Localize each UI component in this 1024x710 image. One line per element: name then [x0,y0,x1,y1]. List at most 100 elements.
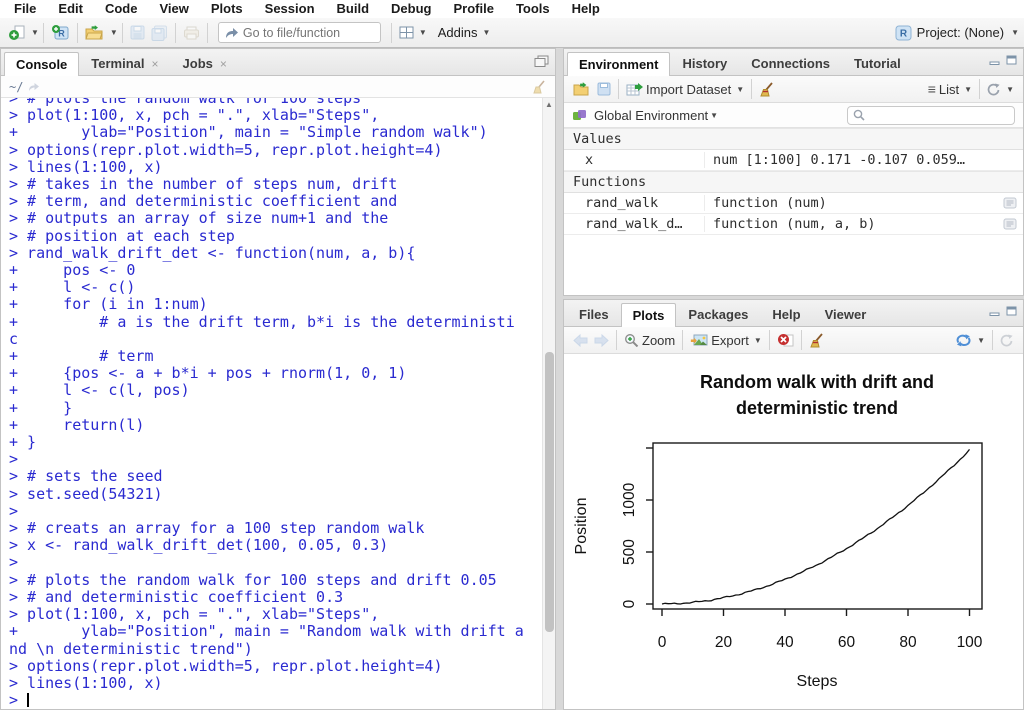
export-plot-button[interactable]: Export ▼ [687,331,765,350]
console-line: + # term [9,348,555,365]
svg-text:1000: 1000 [621,482,638,517]
open-file-caret[interactable]: ▼ [110,28,118,37]
tab-connections[interactable]: Connections [739,51,842,75]
tab-tutorial[interactable]: Tutorial [842,51,913,75]
remove-plot-button[interactable] [774,331,797,349]
zoom-plot-button[interactable]: Zoom [621,331,678,350]
publish-plot-button[interactable]: ▼ [952,331,988,349]
broom-icon [759,82,775,97]
new-file-caret[interactable]: ▼ [31,28,39,37]
clear-environment-button[interactable] [756,80,778,99]
list-view-icon: ≡ [928,81,936,97]
environment-view-mode-button[interactable]: ≡ List ▼ [925,79,975,99]
next-plot-button[interactable] [591,332,612,349]
refresh-environment-button[interactable]: ▼ [984,81,1017,98]
close-tab-icon[interactable]: × [152,57,159,71]
console-line: > options(repr.plot.width=5, repr.plot.h… [9,142,555,159]
scrollbar-thumb[interactable] [545,352,554,632]
tab-console[interactable]: Console [4,52,79,76]
right-column: EnvironmentHistoryConnectionsTutorial Im… [563,48,1024,710]
panes-layout-caret[interactable]: ▼ [419,28,427,37]
view-function-icon[interactable] [1003,197,1017,209]
restore-panes-icon[interactable] [534,55,549,67]
menu-profile[interactable]: Profile [442,0,504,18]
svg-text:20: 20 [715,634,733,651]
tab-history[interactable]: History [670,51,739,75]
previous-plot-button[interactable] [570,332,591,349]
console-output[interactable]: > # plots the random walk for 100 steps>… [1,98,555,710]
tab-viewer[interactable]: Viewer [813,302,879,326]
tab-jobs[interactable]: Jobs× [171,51,239,75]
print-button[interactable] [180,24,203,42]
console-line: > # sets the seed [9,468,555,485]
new-file-button[interactable] [5,22,29,43]
back-arrow-icon [573,334,588,347]
console-scrollbar[interactable]: ▲ [542,98,555,710]
refresh-plot-button[interactable] [997,332,1017,349]
minimize-panel-icon[interactable] [989,55,1000,65]
environment-object-row[interactable]: rand_walk_d…function (num, a, b) [564,214,1023,235]
console-line: > x <- rand_walk_drift_det(100, 0.05, 0.… [9,537,555,554]
scroll-up-arrow[interactable]: ▲ [543,100,555,109]
addins-button[interactable]: Addins ▼ [435,23,494,42]
menu-view[interactable]: View [148,0,199,18]
environment-search-input[interactable] [869,108,999,122]
menu-file[interactable]: File [3,0,47,18]
environment-object-row[interactable]: rand_walkfunction (num) [564,193,1023,214]
save-all-button[interactable] [148,23,171,43]
console-line: > [9,503,555,520]
save-workspace-button[interactable] [594,80,614,98]
environment-toolbar: Import Dataset ▼ ≡ List ▼ ▼ [564,76,1023,103]
svg-text:40: 40 [776,634,794,651]
project-menu[interactable]: R Project: (None) ▼ [895,25,1019,41]
menu-code[interactable]: Code [94,0,149,18]
environment-panel: EnvironmentHistoryConnectionsTutorial Im… [563,48,1024,296]
menu-tools[interactable]: Tools [505,0,561,18]
import-dataset-button[interactable]: Import Dataset ▼ [623,80,747,99]
remove-plot-icon [777,333,794,347]
console-panel: ConsoleTerminal×Jobs× ~/ > # plots the r… [0,48,556,710]
load-workspace-button[interactable] [570,80,594,98]
goto-file-input[interactable] [243,26,361,40]
save-button[interactable] [127,23,148,42]
export-image-icon [690,334,708,347]
console-line: > options(repr.plot.width=5, repr.plot.h… [9,658,555,675]
environment-search-box[interactable] [847,106,1015,125]
search-icon [853,109,865,121]
random-walk-curve [662,449,970,604]
broom-icon [809,333,825,348]
menu-plots[interactable]: Plots [200,0,254,18]
environment-scope-label[interactable]: Global Environment [594,108,708,123]
goto-file-box[interactable] [218,22,381,43]
open-file-button[interactable] [82,23,108,43]
svg-text:deterministic trend: deterministic trend [736,398,898,418]
environment-object-row[interactable]: xnum [1:100] 0.171 -0.107 0.059… [564,150,1023,171]
tab-environment[interactable]: Environment [567,52,670,76]
tab-terminal[interactable]: Terminal× [79,51,170,75]
tab-plots[interactable]: Plots [621,303,677,327]
goto-directory-icon[interactable] [28,82,40,92]
svg-text:100: 100 [957,634,983,651]
close-tab-icon[interactable]: × [220,57,227,71]
panes-layout-button[interactable] [396,24,417,41]
view-function-icon[interactable] [1003,218,1017,230]
tab-files[interactable]: Files [567,302,621,326]
environment-scope-caret[interactable]: ▼ [710,111,718,120]
minimize-panel-icon[interactable] [989,306,1000,316]
menu-build[interactable]: Build [326,0,381,18]
tab-help[interactable]: Help [760,302,812,326]
menu-session[interactable]: Session [254,0,326,18]
menu-help[interactable]: Help [561,0,611,18]
menu-bar: FileEditCodeViewPlotsSessionBuildDebugPr… [0,0,1024,18]
svg-text:Random walk with drift and: Random walk with drift and [700,372,934,392]
tab-packages[interactable]: Packages [676,302,760,326]
menu-debug[interactable]: Debug [380,0,442,18]
clear-console-icon[interactable] [532,80,547,94]
maximize-panel-icon[interactable] [1006,306,1017,316]
new-project-button[interactable]: R [48,22,73,43]
working-directory[interactable]: ~/ [9,80,23,94]
maximize-panel-icon[interactable] [1006,55,1017,65]
list-view-label: List [939,82,959,97]
menu-edit[interactable]: Edit [47,0,94,18]
clear-all-plots-button[interactable] [806,331,828,350]
